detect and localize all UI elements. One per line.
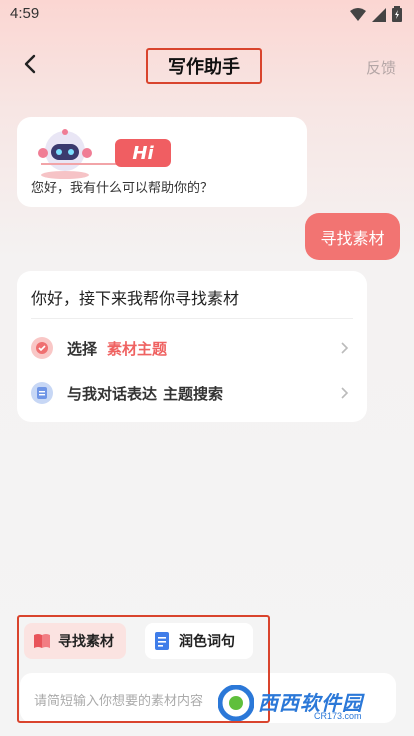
document-icon bbox=[31, 382, 53, 404]
option-label: 选择 bbox=[67, 339, 98, 358]
feedback-button[interactable]: 反馈 bbox=[366, 57, 396, 78]
hi-badge: Hi bbox=[115, 139, 171, 167]
assistant-greeting-bubble: Hi 您好，我有什么可以帮助你的？ bbox=[17, 117, 307, 207]
check-badge-icon bbox=[31, 337, 53, 359]
option-tail-text: 主题搜索 bbox=[163, 384, 224, 403]
divider bbox=[31, 318, 353, 319]
chevron-left-icon bbox=[24, 54, 36, 78]
page-title-box: 写作助手 bbox=[146, 48, 262, 84]
battery-icon bbox=[392, 6, 402, 26]
page-title: 写作助手 bbox=[168, 57, 240, 78]
watermark-logo: 西西软件园 CR173.com bbox=[217, 683, 394, 725]
watermark-icon bbox=[217, 684, 255, 722]
option-select-topic[interactable]: 选择 素材主题 bbox=[31, 328, 353, 368]
app-header: 写作助手 反馈 bbox=[0, 40, 414, 96]
robot-avatar-icon bbox=[35, 129, 93, 179]
status-bar: 4:59 bbox=[0, 0, 414, 32]
wifi-icon bbox=[350, 7, 366, 26]
watermark-url: CR173.com bbox=[314, 711, 362, 721]
chevron-right-icon bbox=[339, 385, 349, 401]
user-message-bubble: 寻找素材 bbox=[305, 213, 400, 260]
reply-heading: 你好，接下来我帮你寻找素材 bbox=[31, 289, 240, 308]
status-icons bbox=[350, 6, 402, 26]
status-time: 4:59 bbox=[10, 5, 40, 22]
back-button[interactable] bbox=[16, 50, 44, 82]
option-label: 与我对话表达 bbox=[67, 384, 158, 403]
option-dialog-search[interactable]: 与我对话表达 主题搜索 bbox=[31, 373, 353, 413]
option-accent-text: 素材主题 bbox=[107, 339, 168, 358]
assistant-reply-card: 你好，接下来我帮你寻找素材 选择 素材主题 与我对话表达 主题搜索 bbox=[17, 271, 367, 422]
greeting-underline bbox=[41, 163, 121, 165]
greeting-text: 您好，我有什么可以帮助你的？ bbox=[31, 181, 214, 196]
chevron-right-icon bbox=[339, 340, 349, 356]
signal-icon bbox=[372, 7, 386, 26]
